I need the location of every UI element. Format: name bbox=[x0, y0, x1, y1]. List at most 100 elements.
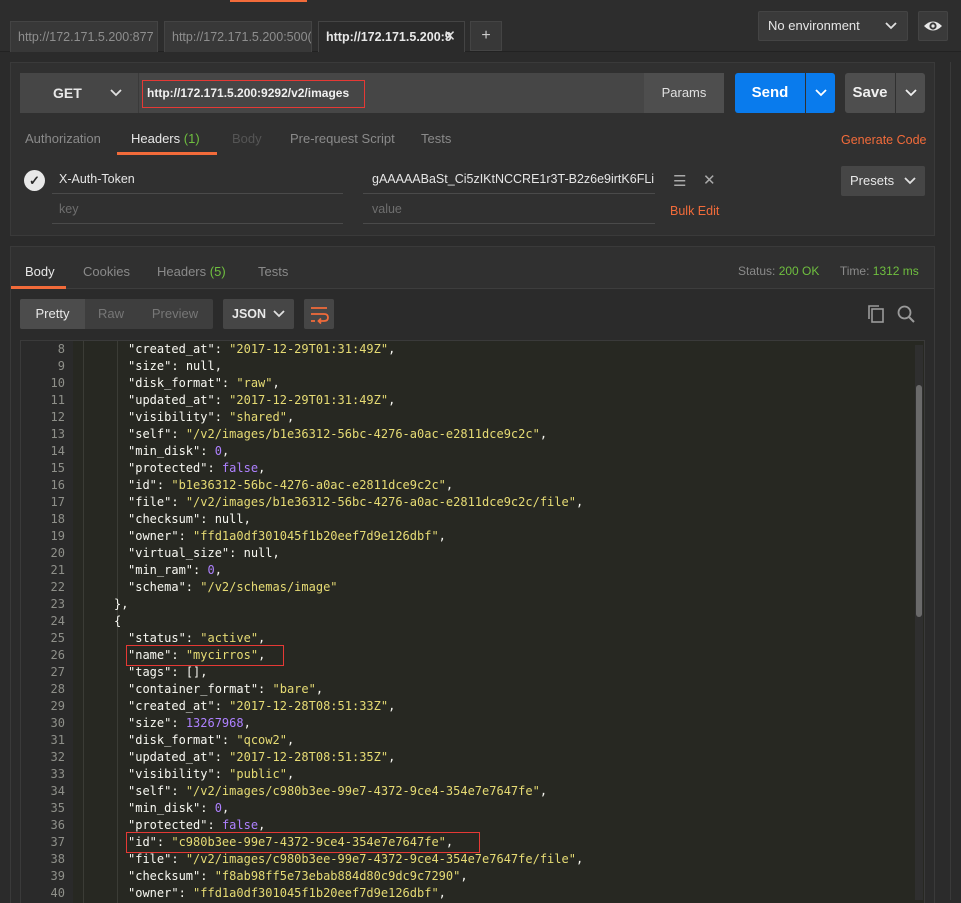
request-tab-2[interactable]: http://172.171.5.200:500( bbox=[164, 21, 312, 52]
new-header-value-field[interactable]: value bbox=[363, 198, 655, 224]
response-tab-cookies[interactable]: Cookies bbox=[83, 264, 130, 279]
json-punctuation: , bbox=[286, 410, 295, 424]
wrap-line-button[interactable] bbox=[304, 299, 334, 329]
tab-headers[interactable]: Headers (1) bbox=[131, 131, 200, 146]
environment-select[interactable]: No environment bbox=[758, 11, 908, 41]
tab-body[interactable]: Body bbox=[232, 131, 262, 146]
response-tab-headers[interactable]: Headers (5) bbox=[157, 264, 226, 279]
status-value: 200 OK bbox=[778, 264, 820, 278]
language-select[interactable]: JSON bbox=[223, 299, 294, 329]
json-key: "owner" bbox=[128, 529, 179, 543]
json-number: false bbox=[221, 461, 259, 475]
search-icon[interactable] bbox=[896, 304, 916, 324]
header-enabled-checkbox[interactable]: ✓ bbox=[24, 170, 45, 191]
send-button[interactable]: Send bbox=[735, 73, 805, 113]
json-punctuation: , bbox=[286, 767, 295, 781]
json-key: "min_disk" bbox=[128, 801, 201, 815]
header-value-field[interactable]: gAAAAABaSt_Ci5zIKtNCCRE1r3T-B2z6e9irtK6F… bbox=[363, 168, 655, 194]
json-punctuation: : bbox=[214, 410, 230, 424]
format-pretty-button[interactable]: Pretty bbox=[20, 299, 85, 329]
close-icon[interactable]: ✕ bbox=[443, 22, 456, 52]
json-punctuation: , bbox=[388, 342, 396, 356]
params-button[interactable]: Params bbox=[644, 73, 724, 113]
code-line: "checksum": "f8ab98ff5e73ebab884d80c9dc9… bbox=[128, 868, 468, 885]
response-body-editor[interactable]: 8 "created_at": "2017-12-29T01:31:49Z", 9 "… bbox=[20, 340, 925, 903]
format-preview-button[interactable]: Preview bbox=[137, 299, 213, 329]
save-dropdown-button[interactable] bbox=[896, 73, 925, 113]
active-tab-underline bbox=[117, 152, 217, 155]
presets-label: Presets bbox=[850, 173, 895, 188]
send-dropdown-button[interactable] bbox=[806, 73, 835, 113]
json-key: "file" bbox=[128, 852, 172, 866]
line-number: 28 bbox=[50, 682, 65, 696]
json-punctuation: : bbox=[221, 733, 237, 747]
url-text[interactable]: http://172.171.5.200:9292/v2/images bbox=[147, 86, 349, 100]
json-key: "tags" bbox=[128, 665, 172, 679]
save-button[interactable]: Save bbox=[845, 73, 895, 113]
tab-authorization[interactable]: Authorization bbox=[25, 131, 101, 146]
json-punctuation: : bbox=[156, 478, 172, 492]
json-string: "/v2/images/b1e36312-56bc-4276-a0ac-e281… bbox=[185, 495, 576, 509]
highlight-box bbox=[126, 645, 284, 666]
line-number: 9 bbox=[57, 359, 65, 373]
reorder-icon[interactable]: ☰ bbox=[673, 172, 686, 190]
json-key: "updated_at" bbox=[128, 393, 215, 407]
json-key: "virtual_size" bbox=[128, 546, 230, 560]
tab-tests[interactable]: Tests bbox=[421, 131, 451, 146]
line-number: 37 bbox=[50, 835, 65, 849]
response-headers-count: (5) bbox=[209, 264, 226, 279]
json-string: "qcow2" bbox=[236, 733, 287, 747]
json-punctuation: : bbox=[178, 529, 194, 543]
code-line: "schema": "/v2/schemas/image" bbox=[128, 579, 338, 596]
bulk-edit-link[interactable]: Bulk Edit bbox=[670, 204, 719, 218]
response-tab-tests[interactable]: Tests bbox=[258, 264, 288, 279]
header-key-field[interactable]: X-Auth-Token bbox=[52, 168, 343, 194]
json-punctuation: , bbox=[214, 563, 222, 577]
json-punctuation: : bbox=[193, 563, 208, 577]
json-key: "visibility" bbox=[128, 767, 215, 781]
json-punctuation: , bbox=[388, 393, 396, 407]
generate-code-link[interactable]: Generate Code bbox=[841, 133, 926, 147]
code-line: "file": "/v2/images/c980b3ee-99e7-4372-9… bbox=[128, 851, 583, 868]
json-punctuation: null bbox=[243, 546, 273, 560]
line-number: 25 bbox=[50, 631, 65, 645]
close-icon[interactable]: ✕ bbox=[703, 171, 716, 189]
json-string: "raw" bbox=[236, 376, 273, 390]
json-key: "created_at" bbox=[128, 699, 215, 713]
json-punctuation: , bbox=[258, 631, 266, 645]
chevron-down-icon bbox=[904, 166, 916, 207]
json-punctuation: , bbox=[243, 716, 251, 730]
json-key: "schema" bbox=[128, 580, 186, 594]
request-tab-3[interactable]: http://172.171.5.200:9 ✕ bbox=[318, 21, 465, 52]
new-tab-button[interactable]: + bbox=[470, 21, 502, 51]
window-scrollbar[interactable] bbox=[950, 62, 956, 900]
response-tab-body[interactable]: Body bbox=[25, 264, 55, 279]
environment-quick-look-button[interactable] bbox=[918, 11, 948, 41]
line-number: 34 bbox=[50, 784, 65, 798]
new-header-key-field[interactable]: key bbox=[52, 198, 343, 224]
code-line: "self": "/v2/images/b1e36312-56bc-4276-a… bbox=[128, 426, 547, 443]
json-punctuation: : bbox=[200, 801, 215, 815]
json-number: 13267968 bbox=[185, 716, 244, 730]
presets-button[interactable]: Presets bbox=[841, 166, 925, 196]
line-number: 32 bbox=[50, 750, 65, 764]
method-select[interactable]: GET bbox=[20, 73, 138, 113]
json-key: "container_format" bbox=[128, 682, 259, 696]
json-key: "id" bbox=[128, 478, 157, 492]
json-string: "shared" bbox=[229, 410, 287, 424]
format-raw-button[interactable]: Raw bbox=[85, 299, 137, 329]
code-line: }, bbox=[114, 596, 128, 613]
environment-select-label: No environment bbox=[768, 18, 860, 33]
copy-icon[interactable] bbox=[866, 304, 886, 324]
line-number: 13 bbox=[50, 427, 65, 441]
json-key: "owner" bbox=[128, 886, 179, 900]
tab-pre-request-script[interactable]: Pre-request Script bbox=[290, 131, 395, 146]
editor-scrollbar-thumb[interactable] bbox=[916, 385, 922, 617]
code-line: "visibility": "public", bbox=[128, 766, 294, 783]
request-tab-1[interactable]: http://172.171.5.200:877 bbox=[10, 21, 158, 52]
line-number: 30 bbox=[50, 716, 65, 730]
json-punctuation: : bbox=[214, 342, 230, 356]
chevron-down-icon bbox=[110, 89, 122, 97]
json-punctuation: : bbox=[221, 376, 237, 390]
json-number: 0 bbox=[207, 563, 215, 577]
